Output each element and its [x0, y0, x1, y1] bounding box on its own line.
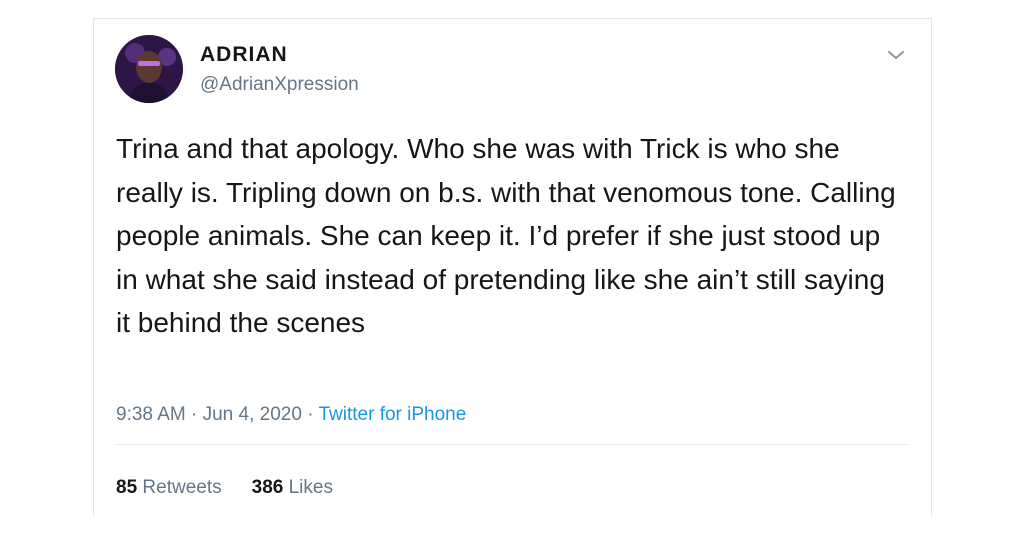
- likes-label: Likes: [288, 477, 333, 498]
- avatar-portrait: [115, 35, 183, 103]
- user-handle[interactable]: @AdrianXpression: [200, 74, 359, 96]
- avatar[interactable]: [115, 35, 183, 103]
- tweet-date[interactable]: Jun 4, 2020: [203, 404, 302, 425]
- chevron-down-icon[interactable]: [884, 43, 908, 67]
- tweet-meta: 9:38 AM · Jun 4, 2020 · Twitter for iPho…: [116, 404, 466, 426]
- tweet-stats: 85 Retweets 386 Likes: [116, 477, 333, 499]
- retweets-count: 85: [116, 477, 138, 498]
- tweet-text: Trina and that apology. Who she was with…: [116, 133, 896, 338]
- tweet-time[interactable]: 9:38 AM: [116, 404, 186, 425]
- display-name[interactable]: ADRIAN: [200, 43, 288, 67]
- likes-count: 386: [251, 477, 284, 498]
- divider: [116, 444, 908, 445]
- tweet-card: ADRIAN @AdrianXpression Trina and that a…: [93, 18, 932, 517]
- tweet-source-link[interactable]: Twitter for iPhone: [318, 404, 466, 425]
- retweets-label: Retweets: [142, 477, 222, 498]
- meta-separator: ·: [191, 404, 198, 425]
- meta-separator: ·: [307, 404, 314, 425]
- likes-stat[interactable]: 386 Likes: [252, 477, 333, 498]
- retweets-stat[interactable]: 85 Retweets: [116, 477, 222, 498]
